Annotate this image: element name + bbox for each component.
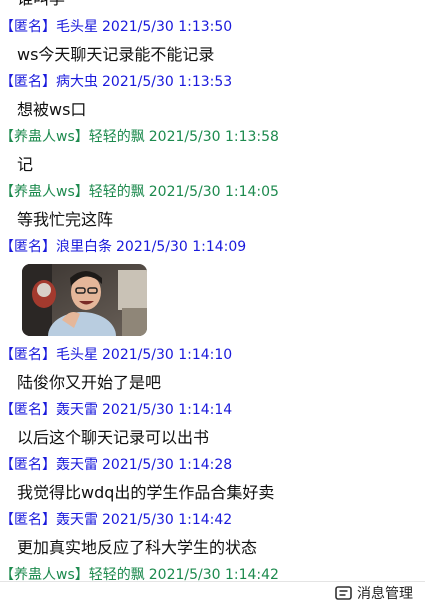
message-time: 2021/5/30 1:13:50 [102,19,233,35]
sender-name[interactable]: 轻轻的飘 [89,184,145,200]
message-header: 【匿名】轰天雷 2021/5/30 1:14:14 [0,401,232,419]
message-text: 想被ws口 [17,100,87,119]
sender-name[interactable]: 毛头星 [56,347,98,363]
message-manager-icon [335,585,352,600]
message-text: 陆俊你又开始了是吧 [17,373,162,392]
message-header: 【匿名】毛头星 2021/5/30 1:13:50 [0,18,232,36]
message-time: 2021/5/30 1:14:42 [102,512,233,528]
message-header: 【匿名】轰天雷 2021/5/30 1:14:42 [0,511,232,529]
sender-name[interactable]: 毛头星 [56,19,98,35]
message-header: 【养蛊人ws】轻轻的飘 2021/5/30 1:13:58 [0,128,279,146]
sender-tag: 【匿名】 [0,347,56,363]
message-time: 2021/5/30 1:13:58 [148,129,279,145]
message-time: 2021/5/30 1:14:28 [102,457,233,473]
bottom-toolbar: 消息管理 [0,581,425,602]
sender-name[interactable]: 轰天雷 [56,512,98,528]
message-header: 【养蛊人ws】轻轻的飘 2021/5/30 1:14:05 [0,183,279,201]
message-text: ws今天聊天记录能不能记录 [17,45,215,64]
sender-name[interactable]: 浪里白条 [56,239,112,255]
sender-tag: 【匿名】 [0,239,56,255]
message-manager-button[interactable]: 消息管理 [335,583,413,602]
message-text: 记 [17,155,34,174]
photo-image[interactable] [22,264,147,336]
message-text: 更加真实地反应了科大学生的状态 [17,538,258,557]
chat-history[interactable]: 谁叫李 【匿名】毛头星2021/5/30 1:13:50 ws今天聊天记录能不能… [0,0,425,601]
message-time: 2021/5/30 1:14:09 [116,239,247,255]
sender-tag: 【匿名】 [0,457,56,473]
message-header: 【匿名】轰天雷 2021/5/30 1:14:28 [0,456,232,474]
message-text: 等我忙完这阵 [17,210,114,229]
message-text: 谁叫李 [17,0,65,9]
sender-tag: 【匿名】 [0,402,56,418]
message-text: 我觉得比wdq出的学生作品合集好卖 [17,483,275,502]
photo-drawing [22,264,147,336]
message-text: 以后这个聊天记录可以出书 [17,428,210,447]
sender-tag: 【匿名】 [0,19,56,35]
sender-tag: 【养蛊人ws】 [0,184,89,200]
message-time: 2021/5/30 1:14:05 [148,184,279,200]
sender-name[interactable]: 轻轻的飘 [89,129,145,145]
message-header: 【匿名】浪里白条 2021/5/30 1:14:09 [0,238,246,256]
sender-tag: 【匿名】 [0,74,56,90]
message-header: 【匿名】毛头星 2021/5/30 1:14:10 [0,346,232,364]
message-time: 2021/5/30 1:14:14 [102,402,233,418]
sender-name[interactable]: 病大虫 [56,74,98,90]
sender-name[interactable]: 轰天雷 [56,402,98,418]
message-time: 2021/5/30 1:14:10 [102,347,233,363]
sender-tag: 【养蛊人ws】 [0,129,89,145]
sender-tag: 【匿名】 [0,512,56,528]
message-manager-label: 消息管理 [357,585,413,602]
message-time: 2021/5/30 1:13:53 [102,74,233,90]
message-header: 【匿名】病大虫 2021/5/30 1:13:53 [0,73,232,91]
sender-name[interactable]: 轰天雷 [56,457,98,473]
